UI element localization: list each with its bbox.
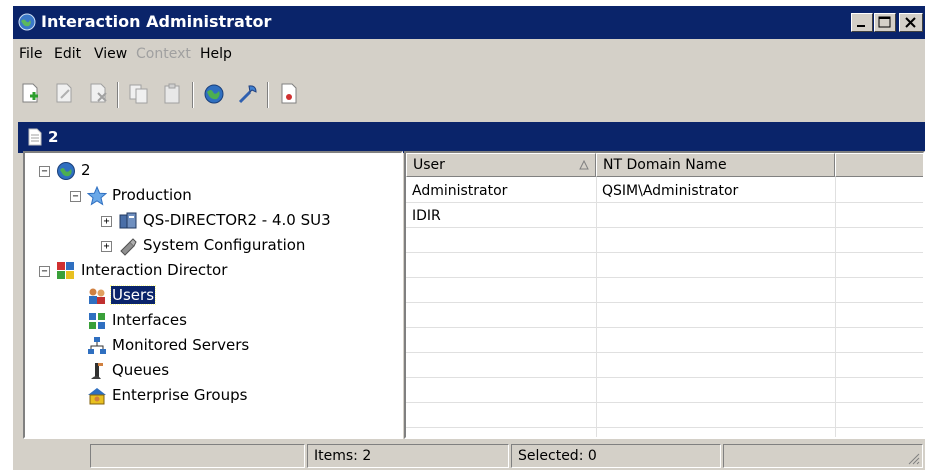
cell-user: Administrator xyxy=(412,183,508,199)
tree-label-enterprise-groups: Enterprise Groups xyxy=(112,386,248,404)
column-header-label: NT Domain Name xyxy=(603,157,727,173)
tree-label-production: Production xyxy=(112,186,192,204)
toolbar-separator xyxy=(267,82,269,108)
menu-context[interactable]: Context xyxy=(136,46,191,62)
minimize-button[interactable] xyxy=(851,13,873,32)
status-selected-count: Selected: 0 xyxy=(511,444,721,468)
paste-icon[interactable] xyxy=(161,82,185,106)
edit-icon[interactable] xyxy=(53,82,77,106)
document-title: 2 xyxy=(48,128,59,146)
resize-grip-icon[interactable] xyxy=(906,451,920,465)
status-panel-last xyxy=(723,444,923,468)
cell-user: IDIR xyxy=(412,208,441,224)
status-items-label: Items: 2 xyxy=(314,448,372,464)
grid-line xyxy=(406,302,923,303)
cell-nt-domain-name xyxy=(596,203,835,228)
window-title: Interaction Administrator xyxy=(41,12,272,31)
expand-icon[interactable]: + xyxy=(101,241,112,252)
menu-file[interactable]: File xyxy=(19,46,42,62)
tree-node-system-configuration[interactable]: + System Configuration xyxy=(25,236,395,258)
star-icon xyxy=(87,186,107,206)
column-header-label: User xyxy=(413,157,445,173)
config-icon xyxy=(120,238,137,256)
app-window: Interaction Administrator File Edit View… xyxy=(13,6,925,470)
grid-line xyxy=(406,402,923,403)
tree-node-root[interactable]: − 2 xyxy=(25,161,395,183)
tree-node-server[interactable]: + QS-DIRECTOR2 - 4.0 SU3 xyxy=(25,211,395,233)
status-items-count: Items: 2 xyxy=(307,444,509,468)
tree-node-queues[interactable]: Queues xyxy=(25,361,395,383)
director-icon xyxy=(57,262,74,279)
grid-line xyxy=(406,377,923,378)
delete-icon[interactable] xyxy=(87,82,111,106)
tree-node-production[interactable]: − Production xyxy=(25,186,395,208)
cell-nt-domain-name: QSIM\Administrator xyxy=(602,183,739,199)
grid-line xyxy=(406,252,923,253)
grid-line xyxy=(406,352,923,353)
grid-line xyxy=(406,427,923,428)
tree-label-interaction-director: Interaction Director xyxy=(81,261,228,279)
collapse-icon[interactable]: − xyxy=(39,266,50,277)
expand-icon[interactable]: + xyxy=(101,216,112,227)
list-view[interactable]: User NT Domain Name Administrator QSIM\A… xyxy=(404,151,925,439)
menu-view[interactable]: View xyxy=(94,46,127,62)
server-icon xyxy=(119,212,137,229)
globe-icon xyxy=(57,162,75,180)
tree-node-interaction-director[interactable]: − Interaction Director xyxy=(25,261,395,283)
copy-icon[interactable] xyxy=(127,82,151,106)
new-icon[interactable] xyxy=(19,82,43,106)
document-title-bar[interactable]: 2 xyxy=(18,122,925,153)
tree-label-monitored-servers: Monitored Servers xyxy=(112,336,250,354)
tree-label-root: 2 xyxy=(81,161,91,179)
tree-label-interfaces: Interfaces xyxy=(112,311,187,329)
minimize-icon xyxy=(857,25,865,27)
report-icon[interactable] xyxy=(277,82,301,106)
tree-label-server: QS-DIRECTOR2 - 4.0 SU3 xyxy=(143,211,331,229)
collapse-icon[interactable]: − xyxy=(39,166,50,177)
column-header-empty[interactable] xyxy=(835,153,923,177)
tree-node-monitored-servers[interactable]: Monitored Servers xyxy=(25,336,395,358)
column-header-nt-domain-name[interactable]: NT Domain Name xyxy=(596,153,835,177)
tools-icon[interactable] xyxy=(236,82,260,106)
title-bar[interactable]: Interaction Administrator xyxy=(13,6,925,39)
users-icon xyxy=(89,288,105,304)
grid-line xyxy=(406,277,923,278)
tree-view[interactable]: − 2 − Production + QS-DIRECTOR2 - 4.0 SU… xyxy=(23,151,403,439)
tree-node-interfaces[interactable]: Interfaces xyxy=(25,311,395,333)
menu-edit[interactable]: Edit xyxy=(54,46,81,62)
globe-icon[interactable] xyxy=(202,82,226,106)
toolbar xyxy=(13,76,925,114)
close-button[interactable] xyxy=(899,13,923,32)
grid-line xyxy=(406,327,923,328)
tree-node-users[interactable]: Users xyxy=(25,285,395,308)
tree-node-enterprise-groups[interactable]: Enterprise Groups xyxy=(25,386,395,408)
globe-app-icon xyxy=(18,13,36,31)
tree-label-users: Users xyxy=(109,285,157,305)
queue-icon xyxy=(91,363,103,379)
status-bar: Items: 2 Selected: 0 xyxy=(13,441,925,470)
menu-help[interactable]: Help xyxy=(200,46,232,62)
menu-bar: File Edit View Context Help xyxy=(13,40,925,70)
column-header-user[interactable]: User xyxy=(406,153,596,177)
sort-ascending-icon xyxy=(579,160,589,170)
status-panel-empty xyxy=(90,444,305,468)
close-icon xyxy=(905,17,916,28)
toolbar-separator xyxy=(117,82,119,108)
grid-line xyxy=(835,177,836,437)
network-icon xyxy=(88,337,106,354)
collapse-icon[interactable]: − xyxy=(70,191,81,202)
maximize-icon xyxy=(878,16,891,28)
maximize-button[interactable] xyxy=(874,13,896,32)
toolbar-separator xyxy=(192,82,194,108)
enterprise-groups-icon xyxy=(88,388,106,405)
interfaces-icon xyxy=(89,313,105,329)
tree-label-queues: Queues xyxy=(112,361,170,379)
status-selected-label: Selected: 0 xyxy=(518,448,597,464)
tree-label-system-configuration: System Configuration xyxy=(143,236,306,254)
document-icon xyxy=(28,128,42,146)
